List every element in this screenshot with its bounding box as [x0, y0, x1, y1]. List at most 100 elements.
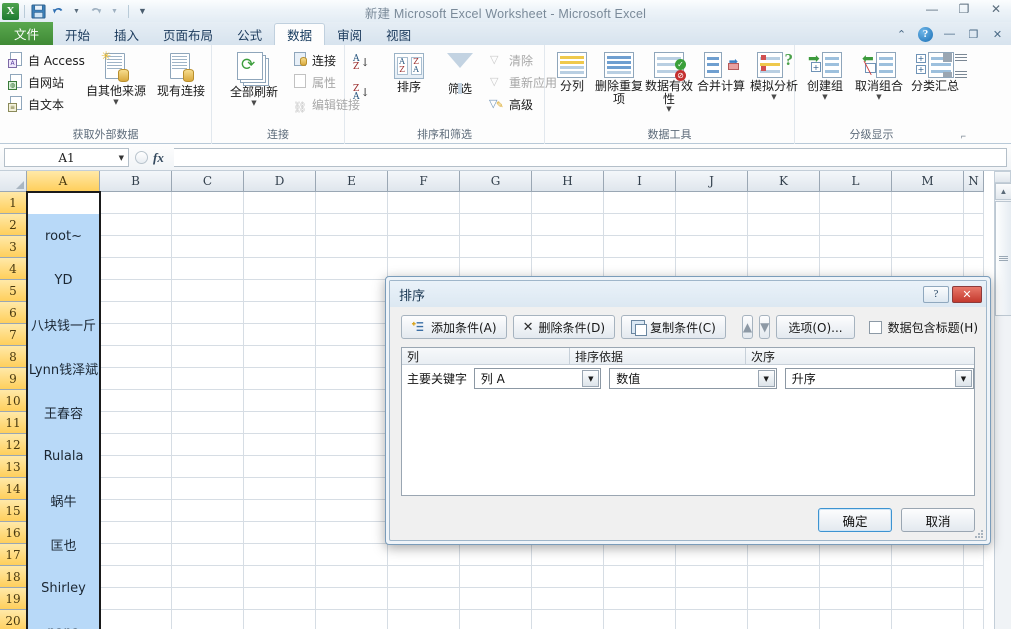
button-ungroup[interactable]: ⬅ ╲ 取消组合 ▼: [852, 52, 906, 100]
cell-H3[interactable]: [532, 236, 604, 258]
cell-M20[interactable]: [892, 610, 964, 629]
cell-H18[interactable]: [532, 566, 604, 588]
cell-E18[interactable]: [316, 566, 388, 588]
cell-A18[interactable]: Shirley: [27, 566, 100, 610]
has-header-checkbox[interactable]: [868, 320, 882, 334]
sort-ok-button[interactable]: 确定: [818, 508, 892, 532]
cell-E13[interactable]: [316, 456, 388, 478]
restore-icon[interactable]: ❐: [953, 1, 975, 17]
cell-I2[interactable]: [604, 214, 676, 236]
column-header-n[interactable]: N: [964, 171, 984, 192]
column-header-e[interactable]: E: [316, 171, 388, 192]
cell-B2[interactable]: [100, 214, 172, 236]
cell-J18[interactable]: [676, 566, 748, 588]
column-header-d[interactable]: D: [244, 171, 316, 192]
cell-A2[interactable]: root~: [27, 214, 100, 258]
cell-D2[interactable]: [244, 214, 316, 236]
cell-G20[interactable]: [460, 610, 532, 629]
cell-D17[interactable]: [244, 544, 316, 566]
sort-column-combo[interactable]: 列 A ▼: [473, 368, 602, 389]
cell-K18[interactable]: [748, 566, 820, 588]
cell-J20[interactable]: [676, 610, 748, 629]
button-sort-ascending[interactable]: AZ ↓: [353, 55, 370, 72]
cell-I18[interactable]: [604, 566, 676, 588]
cell-D1[interactable]: [244, 192, 316, 214]
cell-B5[interactable]: [100, 280, 172, 302]
cell-A4[interactable]: YD: [27, 258, 100, 302]
sort-column-dropdown-icon[interactable]: ▼: [582, 370, 600, 387]
cell-M18[interactable]: [892, 566, 964, 588]
move-level-up-button[interactable]: ▲: [741, 315, 754, 339]
cell-G18[interactable]: [460, 566, 532, 588]
cell-N17[interactable]: [964, 544, 984, 566]
scroll-thumb[interactable]: [995, 201, 1011, 316]
cell-D10[interactable]: [244, 390, 316, 412]
row-header-4[interactable]: 4: [0, 258, 27, 280]
row-header-17[interactable]: 17: [0, 544, 27, 566]
button-group[interactable]: ➡ + 创建组 ▼: [800, 52, 850, 100]
sort-cancel-button[interactable]: 取消: [901, 508, 975, 532]
row-header-13[interactable]: 13: [0, 456, 27, 478]
cell-H20[interactable]: [532, 610, 604, 629]
cell-H17[interactable]: [532, 544, 604, 566]
tab-home[interactable]: 开始: [53, 23, 102, 45]
cell-E5[interactable]: [316, 280, 388, 302]
column-header-k[interactable]: K: [748, 171, 820, 192]
cell-G1[interactable]: [460, 192, 532, 214]
cell-N18[interactable]: [964, 566, 984, 588]
sort-order-dropdown-icon[interactable]: ▼: [955, 370, 972, 387]
row-header-7[interactable]: 7: [0, 324, 27, 346]
button-from-web[interactable]: ◍ 自网站: [4, 71, 89, 93]
cell-K20[interactable]: [748, 610, 820, 629]
cell-L3[interactable]: [820, 236, 892, 258]
column-header-a[interactable]: A: [27, 171, 100, 192]
cell-A1[interactable]: [27, 192, 100, 214]
cell-C3[interactable]: [172, 236, 244, 258]
cell-G3[interactable]: [460, 236, 532, 258]
cell-D7[interactable]: [244, 324, 316, 346]
cell-A6[interactable]: 八块钱一斤: [27, 302, 100, 346]
button-text-to-columns[interactable]: 分列: [550, 52, 594, 112]
cell-N19[interactable]: [964, 588, 984, 610]
cell-C10[interactable]: [172, 390, 244, 412]
row-header-15[interactable]: 15: [0, 500, 27, 522]
cell-C4[interactable]: [172, 258, 244, 280]
cell-I19[interactable]: [604, 588, 676, 610]
cell-L1[interactable]: [820, 192, 892, 214]
cell-E8[interactable]: [316, 346, 388, 368]
button-sort-descending[interactable]: ZA ↓: [353, 85, 370, 102]
cell-C13[interactable]: [172, 456, 244, 478]
cell-B12[interactable]: [100, 434, 172, 456]
minimize-icon[interactable]: —: [921, 1, 943, 17]
cell-B7[interactable]: [100, 324, 172, 346]
cell-B14[interactable]: [100, 478, 172, 500]
cell-B9[interactable]: [100, 368, 172, 390]
sort-on-dropdown-icon[interactable]: ▼: [757, 370, 775, 387]
cell-D14[interactable]: [244, 478, 316, 500]
insert-function-icon[interactable]: fx: [153, 150, 164, 166]
cell-C1[interactable]: [172, 192, 244, 214]
cell-J19[interactable]: [676, 588, 748, 610]
cell-D3[interactable]: [244, 236, 316, 258]
cell-B4[interactable]: [100, 258, 172, 280]
tab-file[interactable]: 文件: [0, 22, 54, 45]
cell-E7[interactable]: [316, 324, 388, 346]
cell-N20[interactable]: [964, 610, 984, 629]
workbook-close-icon[interactable]: ✕: [990, 28, 1005, 41]
cell-G17[interactable]: [460, 544, 532, 566]
refresh-all-caret-icon[interactable]: ▼: [251, 99, 256, 106]
cell-C12[interactable]: [172, 434, 244, 456]
cell-E9[interactable]: [316, 368, 388, 390]
row-header-18[interactable]: 18: [0, 566, 27, 588]
row-header-2[interactable]: 2: [0, 214, 27, 236]
scroll-up-button[interactable]: ▲: [995, 183, 1011, 200]
cell-F3[interactable]: [388, 236, 460, 258]
button-from-other-sources[interactable]: ✳ 自其他来源 ▼: [85, 50, 147, 105]
cell-E15[interactable]: [316, 500, 388, 522]
cell-H2[interactable]: [532, 214, 604, 236]
cell-F1[interactable]: [388, 192, 460, 214]
cell-J17[interactable]: [676, 544, 748, 566]
row-header-3[interactable]: 3: [0, 236, 27, 258]
name-box[interactable]: A1 ▼: [4, 148, 129, 167]
cell-J2[interactable]: [676, 214, 748, 236]
